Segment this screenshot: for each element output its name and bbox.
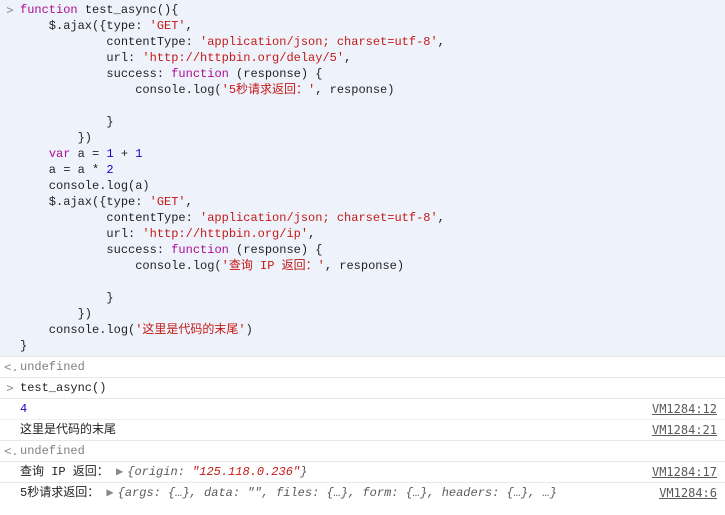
output-chevron-icon: <. xyxy=(4,443,16,459)
log-value: 这里是代码的末尾 xyxy=(20,423,116,437)
log-prefix: 5秒请求返回： xyxy=(20,486,99,500)
input-chevron-icon: > xyxy=(4,380,16,396)
result-undefined: undefined xyxy=(20,360,85,374)
source-link[interactable]: VM1284:6 xyxy=(659,485,717,501)
object-preview[interactable]: {args: {…}, data: "", files: {…}, form: … xyxy=(118,486,557,500)
result-undefined: undefined xyxy=(20,444,85,458)
console-input-row[interactable]: > test_async() xyxy=(0,377,725,398)
console-log-line: 这里是代码的末尾 VM1284:21 xyxy=(0,419,725,440)
code-input: test_async() xyxy=(20,381,106,395)
source-link[interactable]: VM1284:17 xyxy=(652,464,717,480)
output-chevron-icon: <. xyxy=(4,359,16,375)
log-group: 4 VM1284:12 这里是代码的末尾 VM1284:21 xyxy=(0,398,725,440)
log-prefix: 查询 IP 返回： xyxy=(20,465,109,479)
input-chevron-icon: > xyxy=(4,2,16,18)
console-log-line: 查询 IP 返回： ▶ {origin: "125.118.0.236"} VM1… xyxy=(0,461,725,482)
source-link[interactable]: VM1284:21 xyxy=(652,422,717,438)
object-preview[interactable]: {origin: "125.118.0.236"} xyxy=(127,465,307,479)
log-value: 4 xyxy=(20,402,27,416)
console-input-row[interactable]: > function test_async(){ $.ajax({type: '… xyxy=(0,0,725,356)
source-link[interactable]: VM1284:12 xyxy=(652,401,717,417)
console-result-row: <. undefined xyxy=(0,356,725,377)
expand-triangle-icon[interactable]: ▶ xyxy=(106,485,113,501)
console-log-line: 4 VM1284:12 xyxy=(0,399,725,419)
console-log-line: 5秒请求返回： ▶ {args: {…}, data: "", files: {…… xyxy=(0,482,725,503)
code-input: function test_async(){ $.ajax({type: 'GE… xyxy=(20,2,721,354)
devtools-console: > function test_async(){ $.ajax({type: '… xyxy=(0,0,725,515)
console-result-row: <. undefined xyxy=(0,440,725,461)
expand-triangle-icon[interactable]: ▶ xyxy=(116,464,123,480)
